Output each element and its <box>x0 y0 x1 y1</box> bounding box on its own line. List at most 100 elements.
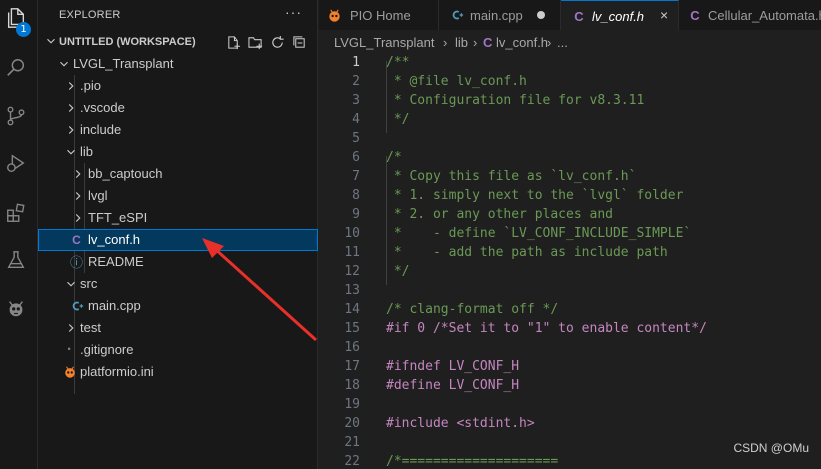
code-text: /** <box>386 55 410 70</box>
collapse-all-icon[interactable] <box>290 33 308 51</box>
breadcrumb-item[interactable]: ... <box>557 35 568 50</box>
refresh-icon[interactable] <box>268 33 286 51</box>
breadcrumb-item[interactable]: lib <box>455 35 468 50</box>
line-number: 20 <box>344 416 360 431</box>
tab-bar: PIO Home main.cpp C lv_conf.h × C Cellul… <box>319 0 821 30</box>
tree-folder-src[interactable]: src <box>38 273 318 295</box>
c-header-file-icon: C <box>574 8 584 24</box>
code-text: #define LV_CONF_H <box>386 378 520 393</box>
code-text: * Copy this file as `lv_conf.h` <box>386 169 637 184</box>
tree-folder-pio[interactable]: .pio <box>38 75 318 97</box>
breadcrumb-item[interactable]: LVGL_Transplant <box>334 35 434 50</box>
new-file-icon[interactable] <box>224 33 242 51</box>
tree-label: TFT_eSPI <box>88 210 148 225</box>
tab-cellular-automata-h[interactable]: C Cellular_Automata.h <box>679 0 821 30</box>
code-text: * 1. simply next to the `lvgl` folder <box>386 188 684 203</box>
code-line: 1 /** <box>319 54 821 73</box>
tab-label: PIO Home <box>350 8 411 23</box>
run-debug-icon[interactable] <box>3 150 29 176</box>
tree-file-gitignore[interactable]: · .gitignore <box>38 339 318 361</box>
workspace-header[interactable]: UNTITLED (WORKSPACE) <box>38 31 318 53</box>
line-number: 6 <box>352 150 360 165</box>
line-number: 9 <box>352 207 360 222</box>
tree-label: lvgl <box>88 188 108 203</box>
testing-icon[interactable] <box>3 247 29 273</box>
line-number: 17 <box>344 359 360 374</box>
more-actions-icon[interactable]: ··· <box>285 4 302 20</box>
tree-folder-lvgl[interactable]: lvgl <box>38 185 318 207</box>
source-control-icon[interactable] <box>3 103 29 129</box>
tree-label: LVGL_Transplant <box>73 56 174 71</box>
tree-label: test <box>80 320 101 335</box>
code-text: #include <stdint.h> <box>386 416 535 431</box>
line-number: 7 <box>352 169 360 184</box>
code-line: 5 <box>319 130 821 149</box>
tree-label: src <box>80 276 98 291</box>
code-line: 22 /*==================== <box>319 453 821 469</box>
tree-folder-bb-captouch[interactable]: bb_captouch <box>38 163 318 185</box>
tree-folder-tft-espi[interactable]: TFT_eSPI <box>38 207 318 229</box>
tab-main-cpp[interactable]: main.cpp <box>439 0 561 30</box>
chevron-right-icon <box>68 126 74 134</box>
c-header-file-icon: C <box>72 232 81 247</box>
breadcrumb-item[interactable]: lv_conf.h <box>496 35 548 50</box>
code-line: 16 <box>319 339 821 358</box>
tree-folder-lib[interactable]: lib <box>38 141 318 163</box>
line-number: 22 <box>344 454 360 469</box>
line-number: 21 <box>344 435 360 450</box>
code-text: #ifndef LV_CONF_H <box>386 359 520 374</box>
line-number: 15 <box>344 321 360 336</box>
code-line: 15 #if 0 /*Set it to "1" to enable conten… <box>319 320 821 339</box>
code-text: */ <box>386 112 410 127</box>
chevron-down-icon <box>60 61 68 67</box>
line-number: 14 <box>344 302 360 317</box>
tree-folder-test[interactable]: test <box>38 317 318 339</box>
code-line: 19 <box>319 396 821 415</box>
line-number: 18 <box>344 378 360 393</box>
tab-lv-conf-h[interactable]: C lv_conf.h × <box>561 0 679 30</box>
tree-folder-vscode[interactable]: .vscode <box>38 97 318 119</box>
line-number: 19 <box>344 397 360 412</box>
code-text: * 2. or any other places and <box>386 207 613 222</box>
chevron-right-icon <box>75 192 81 200</box>
code-line: 18 #define LV_CONF_H <box>319 377 821 396</box>
tree-label: lv_conf.h <box>88 232 141 247</box>
close-icon[interactable]: × <box>660 7 668 23</box>
search-icon[interactable] <box>3 55 29 81</box>
new-folder-icon[interactable] <box>246 33 264 51</box>
chevron-right-icon <box>68 82 74 90</box>
activity-bar: 1 <box>0 0 38 469</box>
tab-label: lv_conf.h <box>592 9 645 24</box>
watermark: CSDN @OMu <box>733 441 809 455</box>
code-line: 11 * - add the path as include path <box>319 244 821 263</box>
tree-file-platformio-ini[interactable]: platformio.ini <box>38 361 318 383</box>
chevron-down-icon <box>67 149 75 155</box>
code-editor[interactable]: 1 /** 2 * @file lv_conf.h 3 * Configurati… <box>319 54 821 469</box>
code-line: 7 * Copy this file as `lv_conf.h` <box>319 168 821 187</box>
tree-label: platformio.ini <box>80 364 154 379</box>
tree-label: include <box>80 122 122 137</box>
code-text: /* <box>386 150 402 165</box>
chevron-right-icon <box>68 324 74 332</box>
tree-folder-include[interactable]: include <box>38 119 318 141</box>
tree-folder-lvgl-transplant[interactable]: LVGL_Transplant <box>38 53 318 75</box>
line-number: 3 <box>352 93 360 108</box>
line-number: 4 <box>352 112 360 127</box>
platformio-icon[interactable] <box>3 295 29 321</box>
cpp-file-icon <box>449 7 465 23</box>
tree-file-lv-conf-h[interactable]: C lv_conf.h <box>38 229 318 251</box>
line-number: 12 <box>344 264 360 279</box>
info-icon: ⓘ <box>69 255 83 270</box>
cpp-file-icon <box>69 298 84 313</box>
tab-label: Cellular_Automata.h <box>708 8 821 23</box>
line-number: 10 <box>344 226 360 241</box>
unsaved-dot-icon[interactable] <box>537 11 545 19</box>
line-number: 11 <box>344 245 360 260</box>
explorer-badge: 1 <box>16 22 31 37</box>
code-line: 9 * 2. or any other places and <box>319 206 821 225</box>
tree-file-main-cpp[interactable]: main.cpp <box>38 295 318 317</box>
tab-pio-home[interactable]: PIO Home <box>319 0 439 30</box>
tree-file-readme[interactable]: ⓘ README <box>38 251 318 273</box>
extensions-icon[interactable] <box>3 200 29 226</box>
breadcrumb: LVGL_Transplant › lib › C lv_conf.h › ..… <box>319 30 821 54</box>
